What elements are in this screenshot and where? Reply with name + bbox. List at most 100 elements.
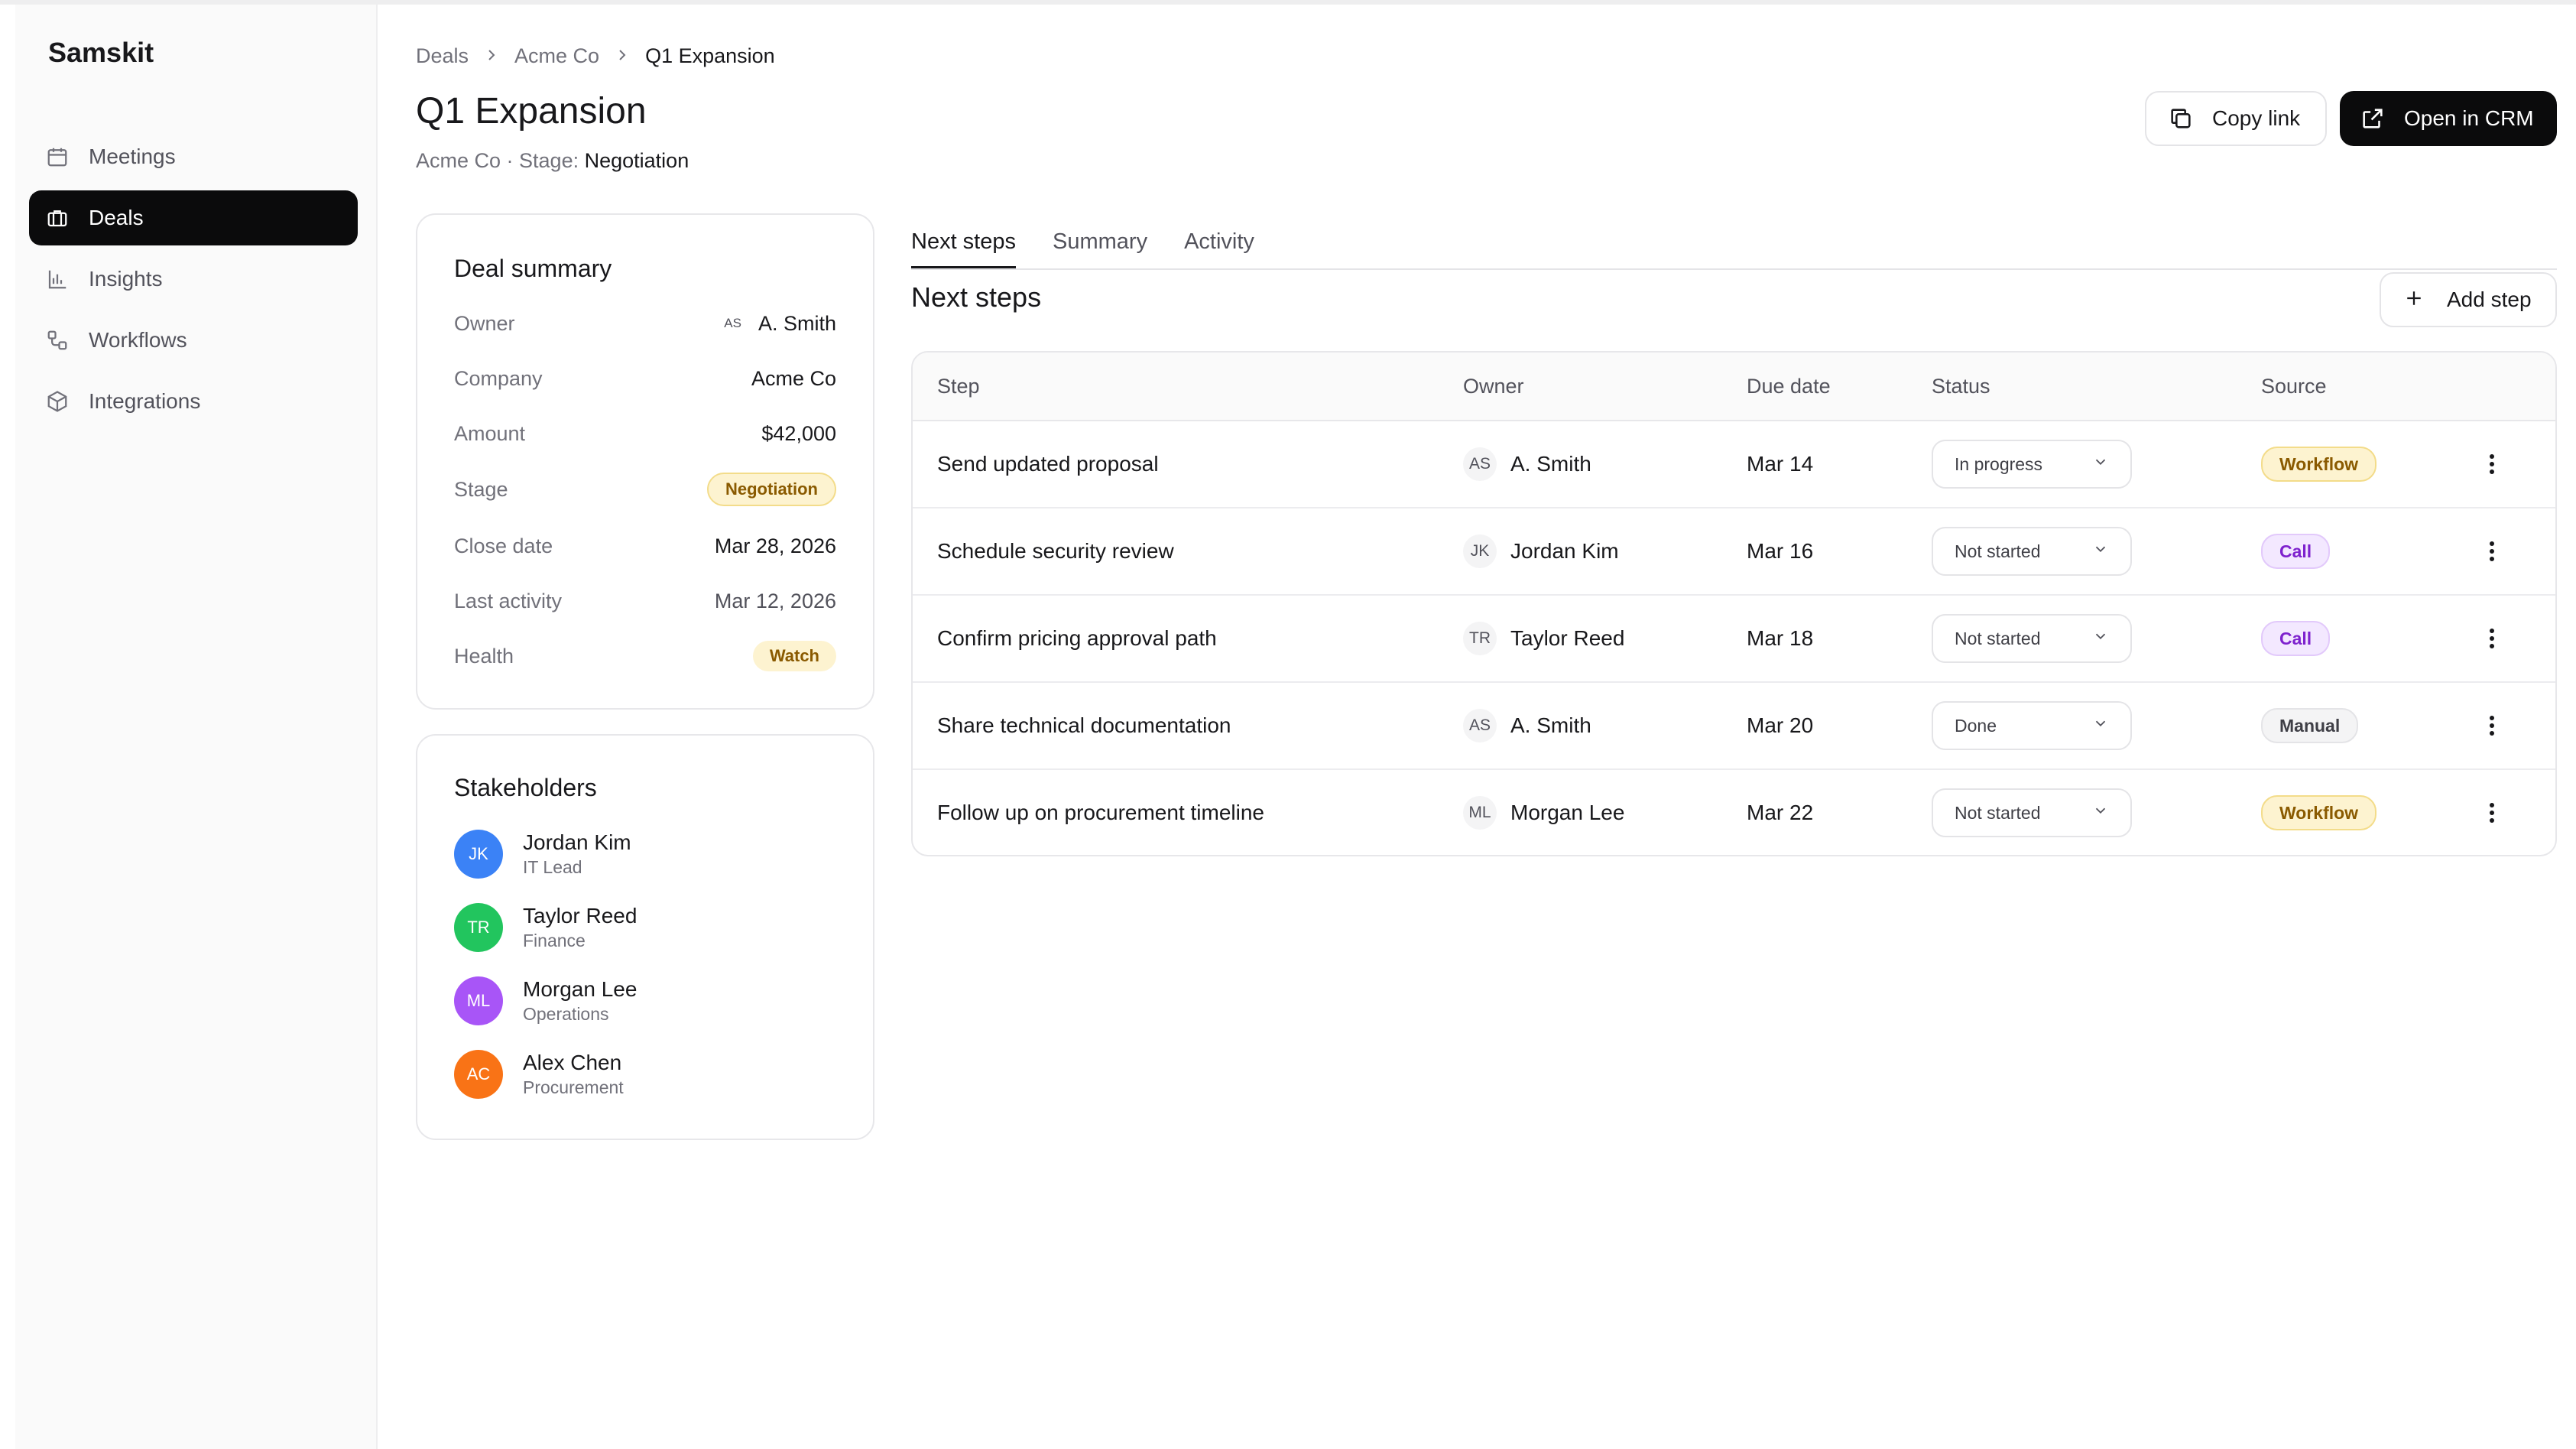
stage-badge: Negotiation [707,473,836,506]
summary-row-owner: Owner AS A. Smith [454,304,836,343]
summary-row-last-activity: Last activity Mar 12, 2026 [454,582,836,620]
stakeholders-card: Stakeholders JK Jordan Kim IT Lead TR Ta… [416,734,874,1140]
status-cell: Not started [1932,508,2132,594]
owner-name: Morgan Lee [1510,801,1625,824]
step-owner: AS A. Smith [1463,421,1591,507]
row-menu-button[interactable] [2477,596,2507,681]
chevron-right-icon [485,44,498,68]
breadcrumb-deals[interactable]: Deals [416,44,469,68]
status-value: Not started [1955,628,2041,648]
tab-summary[interactable]: Summary [1053,214,1147,269]
source-cell: Call [2261,508,2331,594]
table-header: Step Owner Due date Status Source [913,353,2555,421]
stakeholder-info: Jordan Kim IT Lead [523,830,631,879]
column-header-due-date: Due date [1747,374,1831,398]
table-row[interactable]: Schedule security review JK Jordan Kim M… [913,508,2555,596]
avatar: TR [454,903,503,952]
status-value: In progress [1955,453,2043,474]
briefcase-icon [46,206,69,229]
summary-value: $42,000 [761,421,836,445]
sidebar-item-insights[interactable]: Insights [29,252,358,307]
table-row[interactable]: Share technical documentation AS A. Smit… [913,683,2555,770]
copy-link-label: Copy link [2212,106,2301,130]
summary-row-amount: Amount $42,000 [454,414,836,453]
stakeholder-item[interactable]: AC Alex Chen Procurement [454,1044,624,1105]
owner-initials: ML [1463,796,1497,830]
stakeholder-info: Morgan Lee Operations [523,976,637,1025]
breadcrumb-company[interactable]: Acme Co [514,44,599,68]
step-name: Schedule security review [937,539,1174,563]
source-cell: Workflow [2261,770,2377,855]
sidebar-item-label: Meetings [89,145,176,168]
next-steps-title: Next steps [911,281,1042,313]
chevron-down-icon [2092,715,2109,736]
copy-icon [2168,106,2194,132]
next-steps-table: Step Owner Due date Status Source Send u… [911,351,2557,856]
chevron-right-icon [616,44,628,68]
page-subtitle: Acme Co · Stage: Negotiation [416,149,689,173]
stakeholder-name: Taylor Reed [523,904,638,928]
add-step-button[interactable]: Add step [2380,272,2557,327]
step-due-date: Mar 16 [1747,539,1814,563]
table-row[interactable]: Confirm pricing approval path TR Taylor … [913,596,2555,683]
summary-label: Last activity [454,589,563,612]
bar-chart-icon [46,268,69,291]
source-badge: Manual [2261,708,2359,743]
step-owner: AS A. Smith [1463,683,1591,768]
breadcrumb-current: Q1 Expansion [645,44,775,67]
summary-value: Mar 12, 2026 [714,589,836,612]
open-in-crm-label: Open in CRM [2404,106,2534,130]
subtitle-stage: Negotiation [584,149,689,172]
step-name: Share technical documentation [937,713,1231,737]
owner-initials: TR [1463,622,1497,655]
table-row[interactable]: Follow up on procurement timeline ML Mor… [913,770,2555,855]
step-due-date: Mar 14 [1747,452,1814,476]
row-menu-button[interactable] [2477,770,2507,855]
stakeholder-item[interactable]: TR Taylor Reed Finance [454,897,637,958]
table-row[interactable]: Send updated proposal AS A. Smith Mar 14… [913,421,2555,508]
row-menu-button[interactable] [2477,508,2507,594]
sidebar-item-label: Insights [89,267,163,291]
cube-icon [46,390,69,413]
stakeholder-item[interactable]: ML Morgan Lee Operations [454,970,637,1032]
status-select[interactable]: Not started [1932,527,2132,576]
source-cell: Call [2261,596,2331,681]
summary-row-company: Company Acme Co [454,359,836,398]
sidebar-item-label: Deals [89,206,144,229]
external-link-icon [2360,106,2386,132]
stakeholder-item[interactable]: JK Jordan Kim IT Lead [454,824,631,885]
source-cell: Workflow [2261,421,2377,507]
chevron-down-icon [2092,541,2109,562]
more-vertical-icon [2490,454,2494,474]
sidebar-item-deals[interactable]: Deals [29,190,358,245]
row-menu-button[interactable] [2477,421,2507,507]
owner-initials: AS [1463,709,1497,742]
sidebar-item-integrations[interactable]: Integrations [29,374,358,429]
tab-activity[interactable]: Activity [1184,214,1254,269]
step-name: Follow up on procurement timeline [937,801,1264,824]
summary-label: Stage [454,477,508,501]
status-select[interactable]: Not started [1932,788,2132,837]
owner-name: A. Smith [758,311,836,335]
sidebar-item-workflows[interactable]: Workflows [29,313,358,368]
summary-value: Acme Co [751,366,836,390]
page-title: Q1 Expansion [416,91,647,132]
stakeholder-info: Taylor Reed Finance [523,903,637,952]
status-select[interactable]: Done [1932,701,2132,750]
tab-next-steps[interactable]: Next steps [911,214,1016,269]
status-select[interactable]: In progress [1932,440,2132,489]
sidebar-item-meetings[interactable]: Meetings [29,129,358,184]
summary-label: Amount [454,421,526,445]
open-in-crm-button[interactable]: Open in CRM [2340,91,2557,146]
summary-label: Close date [454,534,553,557]
plus-icon [2402,287,2428,313]
step-owner: ML Morgan Lee [1463,770,1625,855]
copy-link-button[interactable]: Copy link [2145,91,2327,146]
row-menu-button[interactable] [2477,683,2507,768]
summary-label: Owner [454,311,515,335]
deal-summary-card: Deal summary Owner AS A. Smith Company A… [416,213,874,710]
status-select[interactable]: Not started [1932,614,2132,663]
more-vertical-icon [2490,716,2494,736]
tab-bar: Next steps Summary Activity [911,214,1291,269]
status-value: Not started [1955,541,2041,561]
